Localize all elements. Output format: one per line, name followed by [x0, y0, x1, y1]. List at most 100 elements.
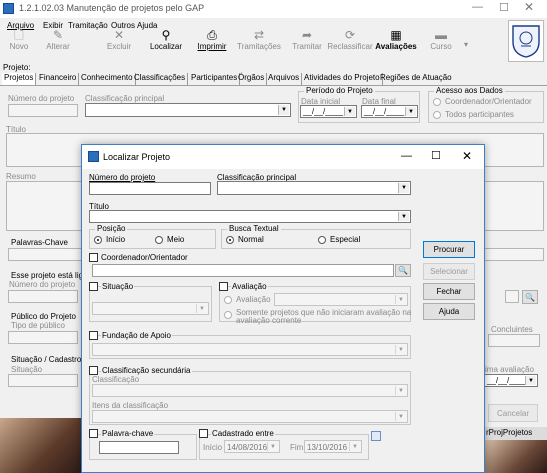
coordenador-field[interactable] [92, 264, 394, 277]
situacao-checkbox[interactable] [89, 282, 98, 291]
chevron-down-icon: ▼ [398, 212, 409, 221]
avaliacao-checkbox[interactable] [219, 282, 228, 291]
title-bar: 1.2.1.02.03 Manutenção de projetos pelo … [0, 0, 547, 18]
toolbar-localizar-button[interactable]: ⚲ Localizar [146, 28, 186, 64]
clear-date-icon[interactable] [371, 431, 381, 441]
toolbar-reclassificar-button[interactable]: ⟳ Reclassificar [325, 28, 375, 64]
tab-conhecimento[interactable]: Conhecimento [79, 73, 136, 85]
fundacao-checkbox[interactable] [89, 331, 98, 340]
fundacao-select[interactable]: ▼ [92, 343, 408, 356]
class-sec-checkbox[interactable] [89, 366, 98, 375]
itens-classificacao-select[interactable]: ▼ [92, 410, 408, 423]
acesso-coordenador-label: Coordenador/Orientador [445, 97, 532, 106]
numero-projeto-label: Número do projeto [8, 94, 75, 103]
data-final-field[interactable]: __/__/____ ▼ [361, 105, 418, 118]
tab-financeiro[interactable]: Financeiro [37, 73, 80, 85]
cadastrado-inicio-field[interactable]: 14/08/2016 ▼ [224, 440, 280, 453]
tab-orgaos[interactable]: Órgãos [236, 73, 268, 85]
cadastrado-checkbox[interactable] [199, 429, 208, 438]
dialog-minimize-button[interactable]: — [401, 150, 412, 162]
busca-especial-radio[interactable] [318, 236, 326, 244]
section-title: Projeto: [3, 63, 31, 72]
busca-normal-label: Normal [238, 235, 264, 244]
classificacao-principal-select[interactable]: ▼ [85, 103, 291, 117]
course-icon: ▬ [435, 28, 447, 42]
chevron-down-icon: ▼ [395, 295, 406, 304]
avaliacao-select[interactable]: ▼ [274, 293, 408, 306]
toolbar-novo-button[interactable]: 🗋 Novo [3, 28, 35, 64]
dialog-close-button[interactable]: ✕ [462, 149, 472, 163]
palavra-chave-checkbox[interactable] [89, 429, 98, 438]
search-icon: 🔍 [525, 292, 535, 302]
posicao-meio-label: Meio [167, 235, 185, 244]
publico-label: Público do Projeto [11, 312, 76, 321]
printer-icon: ⎙ [207, 28, 217, 42]
dialog-avaliacao-label: Avaliação [231, 282, 268, 291]
class-sec-select[interactable]: ▼ [92, 384, 408, 397]
numero-projeto2-field[interactable] [8, 290, 78, 303]
procurar-button[interactable]: Procurar [423, 241, 475, 258]
ultima-avaliacao-field[interactable]: __/__/____ ▼ [484, 374, 538, 387]
concluintes-field[interactable] [488, 334, 540, 347]
dialog-maximize-button[interactable]: ☐ [431, 149, 441, 162]
avaliacao-opt2-radio[interactable] [224, 311, 232, 319]
selecionar-button[interactable]: Selecionar [423, 263, 475, 280]
spin-field[interactable] [505, 290, 519, 303]
itens-classificacao-label: Itens da classificação [92, 401, 169, 410]
chevron-down-icon: ▼ [196, 304, 207, 313]
tab-participantes[interactable]: Participantes [189, 73, 241, 85]
palavra-chave-field[interactable] [99, 441, 179, 454]
chevron-down-icon: ▼ [278, 105, 289, 115]
toolbar-avaliacoes-button[interactable]: ▦ Avaliações [374, 28, 418, 64]
tab-arquivos[interactable]: Arquivos [266, 73, 303, 85]
tipo-publico-field[interactable] [8, 331, 78, 344]
tramitation-icon: ⇄ [253, 28, 265, 42]
dialog-numero-field[interactable] [89, 182, 211, 195]
data-inicial-field[interactable]: __/__/____ ▼ [300, 105, 357, 118]
acesso-coordenador-radio[interactable] [433, 98, 441, 106]
tab-atividades[interactable]: Atividades do Projeto [302, 73, 383, 85]
send-icon: ➦ [301, 28, 313, 42]
tab-classificacoes[interactable]: Classificações [132, 73, 189, 85]
chevron-down-icon: ▼ [395, 412, 406, 421]
toolbar-curso-button[interactable]: ▬ Curso [426, 28, 456, 64]
chevron-down-icon[interactable]: ▾ [464, 40, 468, 49]
busca-normal-radio[interactable] [226, 236, 234, 244]
posicao-inicio-label: Início [106, 235, 126, 244]
avaliacao-opt1-radio[interactable] [224, 296, 232, 304]
toolbar-excluir-button[interactable]: ✕ Excluir [99, 28, 139, 64]
situacao-select[interactable]: ▼ [92, 302, 209, 315]
resumo-label: Resumo [6, 172, 36, 181]
dialog-classificacao-select[interactable]: ▼ [217, 181, 411, 195]
numero-projeto-field[interactable] [8, 104, 78, 117]
dialog-numero-label: Número do projeto [89, 173, 156, 182]
cancelar-button[interactable]: Cancelar [488, 404, 538, 422]
ajuda-button[interactable]: Ajuda [423, 303, 475, 320]
coordenador-checkbox[interactable] [89, 253, 98, 262]
avaliacao-opt2-line2: avaliação corrente [236, 316, 302, 325]
toolbar-imprimir-button[interactable]: ⎙ Imprimir [194, 28, 230, 64]
toolbar-tramitacoes-button[interactable]: ⇄ Tramitações [234, 28, 284, 64]
class-sec-classificacao-label: Classificação [92, 375, 140, 384]
toolbar-alterar-button[interactable]: ✎ Alterar [38, 28, 78, 64]
posicao-inicio-radio[interactable] [94, 236, 102, 244]
tab-projetos[interactable]: Projetos [2, 73, 37, 85]
tab-regioes[interactable]: Regiões de Atuação [378, 73, 454, 85]
maximize-button[interactable]: ☐ [499, 1, 509, 14]
dialog-titulo-field[interactable]: ▼ [89, 210, 411, 223]
toolbar-tramitar-button[interactable]: ➦ Tramitar [287, 28, 327, 64]
close-button[interactable]: ✕ [524, 0, 534, 14]
search-project-button[interactable]: 🔍 [522, 290, 538, 304]
fechar-button[interactable]: Fechar [423, 283, 475, 300]
evaluations-icon: ▦ [390, 28, 402, 42]
acesso-todos-radio[interactable] [433, 111, 441, 119]
situacao-field[interactable] [8, 374, 78, 387]
chevron-down-icon: ▼ [398, 183, 409, 193]
chevron-down-icon: ▼ [395, 386, 406, 395]
minimize-button[interactable]: — [472, 1, 483, 13]
dialog-title-bar: Localizar Projeto — ☐ ✕ [82, 145, 484, 169]
cadastrado-inicio-label: Início [203, 443, 223, 452]
posicao-meio-radio[interactable] [155, 236, 163, 244]
cadastrado-fim-field[interactable]: 13/10/2016 ▼ [304, 440, 362, 453]
coordenador-search-button[interactable]: 🔍 [395, 264, 411, 277]
